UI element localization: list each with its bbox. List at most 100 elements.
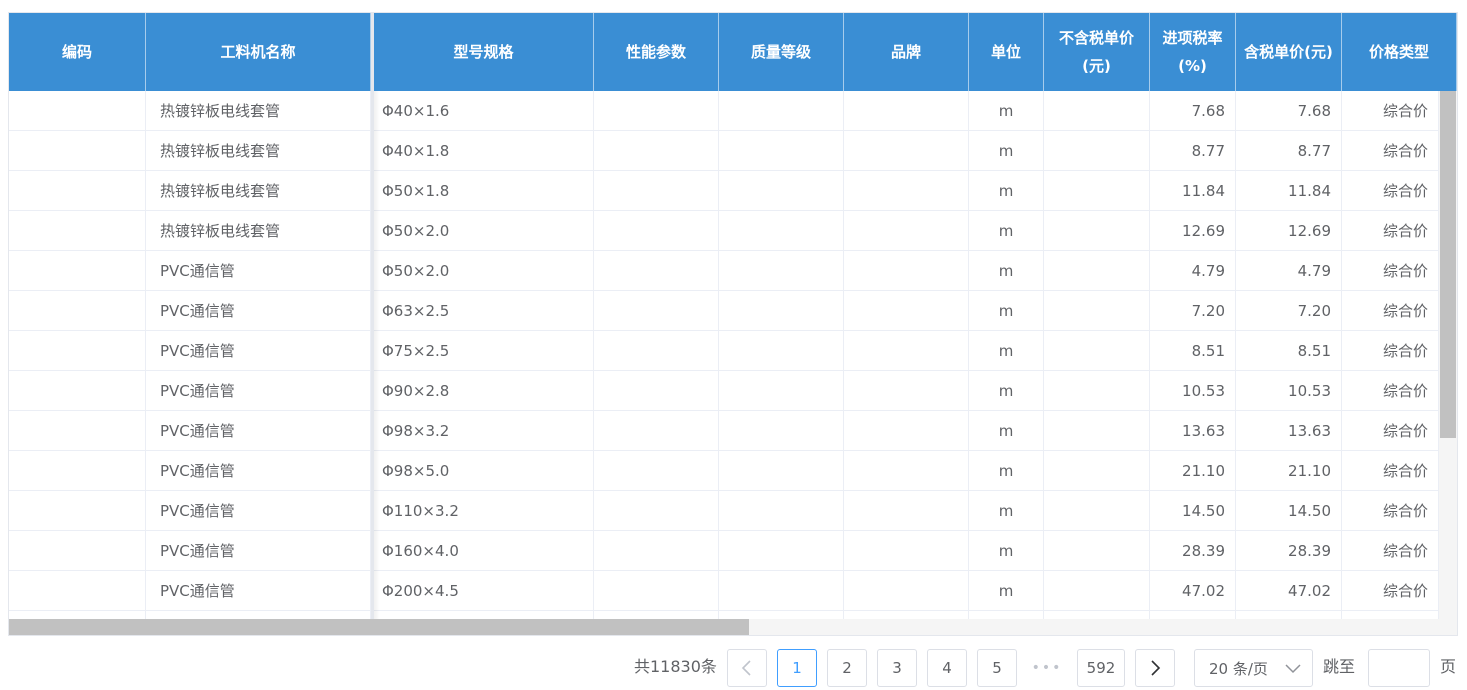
cell-ptype: 综合价 [1342,171,1439,211]
column-header-price_in: 含税单价(元) [1236,13,1342,91]
cell-price_ex [1044,371,1150,411]
page-4-button[interactable]: 4 [927,649,967,687]
cell-ptype: 综合价 [1342,331,1439,371]
vertical-scrollbar[interactable] [1439,91,1457,619]
cell-brand [844,611,969,619]
cell-brand [844,91,969,131]
cell-quality [719,291,844,331]
cell-tax: 47.02 [1150,571,1236,611]
table-row[interactable]: PVC通信管 Φ98×3.2 m 13.63 13.63 综合价 [9,411,1439,451]
cell-code [9,131,146,171]
cell-name: PVC通信管 [146,531,371,571]
cell-spec: Φ40×1.6 [374,91,594,131]
cell-price_in: 8.77 [1236,131,1342,171]
cell-tax: 11.84 [1150,171,1236,211]
cell-price_ex [1044,291,1150,331]
cell-code [9,211,146,251]
cell-price_in: 7.20 [1236,291,1342,331]
table-row[interactable]: PVC通信管 Φ160×4.0 m 28.39 28.39 综合价 [9,531,1439,571]
table-row[interactable]: PVC通信管 Φ50×2.0 m 4.79 4.79 综合价 [9,251,1439,291]
more-pages-button[interactable]: ••• [1027,649,1067,687]
page-size-select[interactable]: 20 条/页 [1194,649,1313,687]
cell-unit: m [969,211,1044,251]
cell-quality [719,611,844,619]
cell-unit: m [969,91,1044,131]
cell-price_in: 11.84 [1236,171,1342,211]
cell-spec: Φ90×2.8 [374,371,594,411]
cell-brand [844,171,969,211]
cell-price_ex [1044,251,1150,291]
column-header-quality: 质量等级 [719,13,844,91]
cell-quality [719,531,844,571]
cell-unit: m [969,451,1044,491]
cell-code [9,531,146,571]
cell-brand [844,131,969,171]
cell-code [9,171,146,211]
column-header-spec: 型号规格 [374,13,594,91]
cell-ptype: 综合价 [1342,91,1439,131]
cell-unit: m [969,371,1044,411]
fixed-column-shadow [374,91,380,619]
cell-tax: 21.10 [1150,451,1236,491]
column-header-tax: 进项税率(%) [1150,13,1236,91]
page-5-button[interactable]: 5 [977,649,1017,687]
table-row[interactable]: 热镀锌板电线套管 Φ40×1.8 m 8.77 8.77 综合价 [9,131,1439,171]
cell-perf [594,211,719,251]
cell-ptype [1342,611,1439,619]
cell-ptype: 综合价 [1342,211,1439,251]
table-row[interactable] [9,611,1439,619]
cell-price_ex [1044,91,1150,131]
cell-unit: m [969,291,1044,331]
cell-spec: Φ40×1.8 [374,131,594,171]
table-row[interactable]: PVC通信管 Φ110×3.2 m 14.50 14.50 综合价 [9,491,1439,531]
cell-unit: m [969,531,1044,571]
table-row[interactable]: 热镀锌板电线套管 Φ50×1.8 m 11.84 11.84 综合价 [9,171,1439,211]
page-3-button[interactable]: 3 [877,649,917,687]
next-page-button[interactable] [1135,649,1175,687]
cell-ptype: 综合价 [1342,571,1439,611]
cell-tax: 4.79 [1150,251,1236,291]
cell-quality [719,411,844,451]
table-row[interactable]: 热镀锌板电线套管 Φ50×2.0 m 12.69 12.69 综合价 [9,211,1439,251]
page-2-button[interactable]: 2 [827,649,867,687]
cell-brand [844,411,969,451]
cell-price_ex [1044,211,1150,251]
vertical-scroll-thumb[interactable] [1440,91,1456,438]
table-row[interactable]: PVC通信管 Φ75×2.5 m 8.51 8.51 综合价 [9,331,1439,371]
cell-code [9,91,146,131]
cell-price_ex [1044,531,1150,571]
cell-brand [844,531,969,571]
table-row[interactable]: PVC通信管 Φ200×4.5 m 47.02 47.02 综合价 [9,571,1439,611]
cell-name: PVC通信管 [146,251,371,291]
cell-ptype: 综合价 [1342,251,1439,291]
jump-page-input[interactable] [1368,649,1430,687]
cell-price_ex [1044,331,1150,371]
cell-brand [844,291,969,331]
cell-name: 热镀锌板电线套管 [146,91,371,131]
table-row[interactable]: 热镀锌板电线套管 Φ40×1.6 m 7.68 7.68 综合价 [9,91,1439,131]
cell-tax: 8.77 [1150,131,1236,171]
table-row[interactable]: PVC通信管 Φ63×2.5 m 7.20 7.20 综合价 [9,291,1439,331]
cell-tax [1150,611,1236,619]
cell-tax: 7.68 [1150,91,1236,131]
last-page-button[interactable]: 592 [1077,649,1125,687]
cell-perf [594,611,719,619]
horizontal-scroll-thumb[interactable] [9,619,749,635]
cell-code [9,251,146,291]
jump-label: 跳至 [1323,657,1356,676]
cell-quality [719,251,844,291]
cell-tax: 8.51 [1150,331,1236,371]
cell-price_ex [1044,571,1150,611]
page-1-button[interactable]: 1 [777,649,817,687]
cell-tax: 13.63 [1150,411,1236,451]
table-row[interactable]: PVC通信管 Φ90×2.8 m 10.53 10.53 综合价 [9,371,1439,411]
cell-spec: Φ160×4.0 [374,531,594,571]
cell-price_ex [1044,411,1150,451]
cell-price_in: 7.68 [1236,91,1342,131]
prev-page-button[interactable] [727,649,767,687]
horizontal-scrollbar[interactable] [9,619,1457,635]
table-row[interactable]: PVC通信管 Φ98×5.0 m 21.10 21.10 综合价 [9,451,1439,491]
cell-code [9,491,146,531]
column-header-name: 工料机名称 [146,13,371,91]
cell-quality [719,491,844,531]
